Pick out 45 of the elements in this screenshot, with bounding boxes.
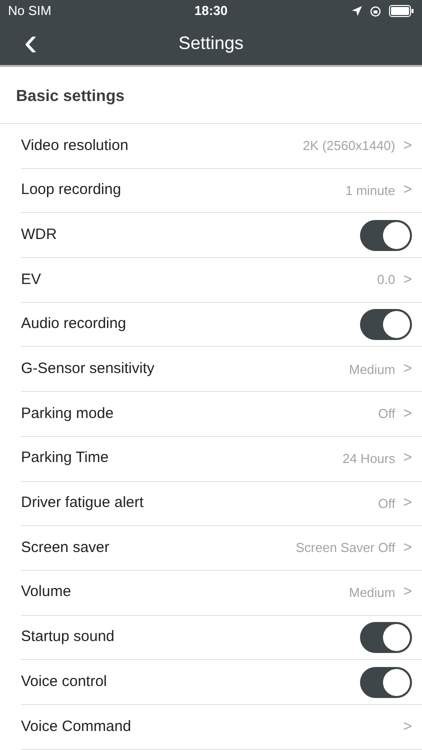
setting-value[interactable]: Medium bbox=[348, 360, 396, 380]
carrier-label: No SIM bbox=[8, 2, 52, 20]
setting-label: Screen saver bbox=[21, 538, 110, 558]
setting-label: Startup sound bbox=[21, 627, 114, 648]
chevron-icon[interactable]: > bbox=[403, 179, 412, 202]
setting-value[interactable]: 0.0 bbox=[377, 270, 396, 290]
setting-label: Parking Time bbox=[21, 448, 109, 468]
chevron-icon[interactable]: > bbox=[403, 492, 412, 515]
setting-value[interactable]: 2K (2560x1440) bbox=[302, 136, 396, 156]
clock-time: 18:30 bbox=[194, 2, 228, 20]
chevron-icon[interactable]: > bbox=[403, 268, 412, 292]
setting-label: Voice control bbox=[21, 672, 107, 692]
setting-value[interactable]: 24 Hours bbox=[342, 448, 396, 468]
setting-label: Audio recording bbox=[21, 314, 126, 334]
chevron-icon[interactable]: > bbox=[403, 134, 412, 158]
battery-icon bbox=[389, 5, 414, 17]
back-button[interactable]: ‹ bbox=[18, 24, 44, 60]
rotation-lock-icon bbox=[370, 6, 381, 16]
chevron-icon[interactable]: > bbox=[403, 402, 412, 426]
chevron-icon[interactable]: > bbox=[403, 536, 412, 560]
chevron-icon[interactable]: > bbox=[403, 716, 412, 738]
setting-label: Voice Command bbox=[21, 716, 132, 737]
chevron-icon[interactable]: > bbox=[403, 358, 412, 381]
setting-label: Loop recording bbox=[21, 180, 122, 200]
toggle-switch[interactable] bbox=[360, 220, 412, 251]
setting-label: Volume bbox=[21, 582, 72, 602]
setting-label: WDR bbox=[21, 224, 57, 245]
setting-value[interactable]: Screen Saver Off bbox=[296, 538, 396, 558]
toggle-switch[interactable] bbox=[360, 666, 412, 698]
setting-label: Driver fatigue alert bbox=[21, 493, 144, 514]
setting-label: Video resolution bbox=[21, 136, 128, 156]
toggle-switch[interactable] bbox=[360, 309, 412, 340]
setting-value[interactable]: Off bbox=[378, 404, 396, 424]
section-title: Basic settings bbox=[16, 88, 124, 105]
setting-label: G-Sensor sensitivity bbox=[21, 359, 154, 380]
chevron-icon[interactable]: > bbox=[403, 447, 412, 470]
setting-value[interactable]: Medium bbox=[348, 582, 396, 602]
setting-label: EV bbox=[21, 270, 42, 290]
location-arrow-icon bbox=[352, 6, 362, 16]
toggle-switch[interactable] bbox=[360, 622, 412, 653]
setting-value[interactable]: 1 minute bbox=[345, 180, 396, 200]
setting-value[interactable]: Off bbox=[378, 494, 396, 514]
page-title: Settings bbox=[178, 32, 244, 55]
setting-label: Parking mode bbox=[21, 404, 114, 424]
chevron-icon[interactable]: > bbox=[403, 581, 412, 604]
